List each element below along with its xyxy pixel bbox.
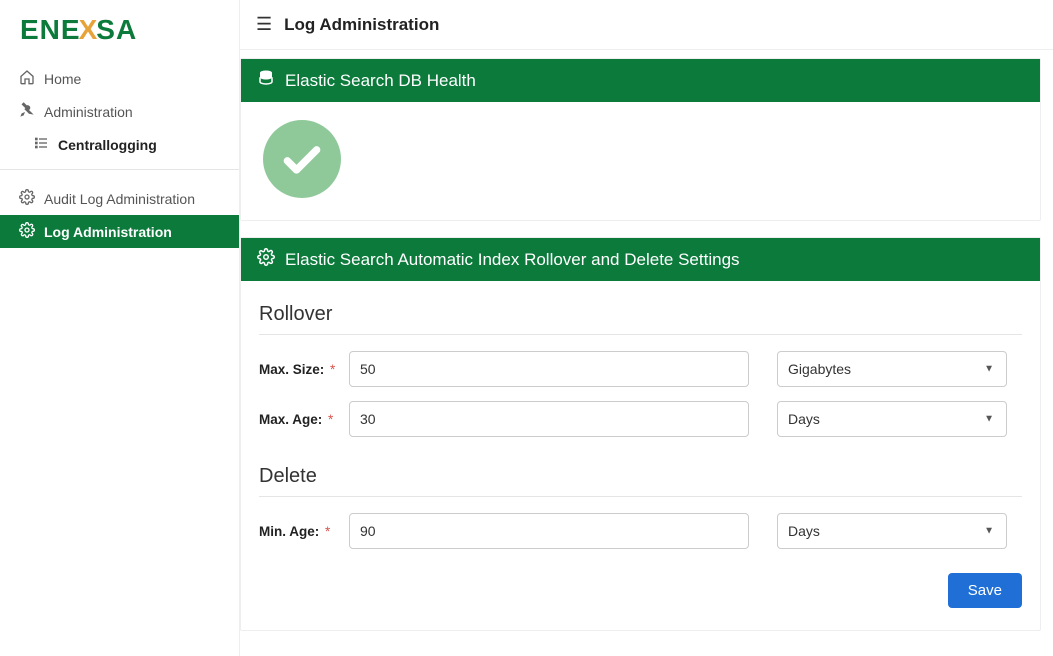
- caret-down-icon: ▼: [984, 414, 994, 425]
- nav-administration[interactable]: Administration: [0, 95, 239, 128]
- min-age-label: Min. Age: *: [259, 524, 339, 539]
- primary-nav: Home Administration Centrallogging Audit…: [0, 56, 239, 248]
- card-db-health-header: Elastic Search DB Health: [241, 59, 1040, 102]
- card-db-health: Elastic Search DB Health: [240, 58, 1041, 221]
- nav-home[interactable]: Home: [0, 62, 239, 95]
- caret-down-icon: ▼: [984, 364, 994, 375]
- required-marker: *: [330, 362, 335, 377]
- max-size-unit-value: Gigabytes: [788, 361, 851, 377]
- tools-icon: [18, 102, 36, 121]
- nav-audit-log-admin[interactable]: Audit Log Administration: [0, 182, 239, 215]
- database-icon: [257, 69, 275, 92]
- max-size-input[interactable]: [349, 351, 749, 387]
- gear-icon: [257, 248, 275, 271]
- card-db-health-title: Elastic Search DB Health: [285, 71, 476, 91]
- min-age-unit-select[interactable]: Days ▼: [777, 513, 1007, 549]
- brand-text-post: SA: [96, 14, 137, 46]
- actions-row: Save: [259, 563, 1022, 608]
- gear-icon: [18, 189, 36, 208]
- max-age-label-text: Max. Age:: [259, 412, 322, 427]
- max-size-label: Max. Size: *: [259, 362, 339, 377]
- max-age-unit-select[interactable]: Days ▼: [777, 401, 1007, 437]
- nav-centrallogging[interactable]: Centrallogging: [0, 128, 239, 161]
- required-marker: *: [328, 412, 333, 427]
- required-marker: *: [325, 524, 330, 539]
- max-size-label-text: Max. Size:: [259, 362, 324, 377]
- save-button[interactable]: Save: [948, 573, 1022, 608]
- card-index-settings-body: Rollover Max. Size: * Gigabytes ▼ Max. A…: [241, 281, 1040, 630]
- row-max-size: Max. Size: * Gigabytes ▼: [259, 351, 1022, 387]
- min-age-label-text: Min. Age:: [259, 524, 319, 539]
- min-age-unit-value: Days: [788, 523, 820, 539]
- nav-separator: [0, 169, 239, 170]
- card-index-settings: Elastic Search Automatic Index Rollover …: [240, 237, 1041, 631]
- topbar: ☰ Log Administration: [240, 0, 1053, 50]
- content: Elastic Search DB Health Elastic Search …: [240, 50, 1053, 656]
- secondary-nav: Audit Log Administration Log Administrat…: [0, 178, 239, 248]
- page-title: Log Administration: [284, 15, 439, 35]
- nav-log-admin-label: Log Administration: [44, 224, 172, 240]
- delete-heading: Delete: [259, 465, 1022, 497]
- row-min-age: Min. Age: * Days ▼: [259, 513, 1022, 549]
- nav-audit-log-admin-label: Audit Log Administration: [44, 191, 195, 207]
- rollover-heading: Rollover: [259, 303, 1022, 335]
- nav-administration-label: Administration: [44, 104, 133, 120]
- brand-text-pre: ENE: [20, 14, 81, 46]
- min-age-input[interactable]: [349, 513, 749, 549]
- nav-log-admin[interactable]: Log Administration: [0, 215, 239, 248]
- max-age-input[interactable]: [349, 401, 749, 437]
- row-max-age: Max. Age: * Days ▼: [259, 401, 1022, 437]
- brand-text-x: X: [79, 14, 99, 46]
- nav-centrallogging-label: Centrallogging: [58, 137, 157, 153]
- card-index-settings-header: Elastic Search Automatic Index Rollover …: [241, 238, 1040, 281]
- card-db-health-body: [241, 102, 1040, 220]
- caret-down-icon: ▼: [984, 526, 994, 537]
- home-icon: [18, 69, 36, 88]
- nav-home-label: Home: [44, 71, 81, 87]
- menu-toggle-icon[interactable]: ☰: [256, 14, 272, 35]
- max-age-unit-value: Days: [788, 411, 820, 427]
- card-index-settings-title: Elastic Search Automatic Index Rollover …: [285, 250, 740, 270]
- list-icon: [32, 135, 50, 154]
- max-size-unit-select[interactable]: Gigabytes ▼: [777, 351, 1007, 387]
- sidebar: ENEXSA Home Administration Centralloggin…: [0, 0, 240, 656]
- max-age-label: Max. Age: *: [259, 412, 339, 427]
- main: ☰ Log Administration Elastic Search DB H…: [240, 0, 1053, 656]
- health-status-ok-icon: [263, 120, 341, 198]
- gear-icon: [18, 222, 36, 241]
- brand-logo: ENEXSA: [0, 0, 239, 56]
